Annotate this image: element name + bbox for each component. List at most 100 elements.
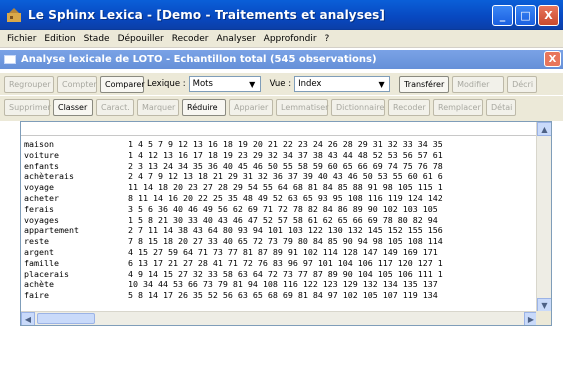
index-references: 2 7 11 14 38 43 64 80 93 94 101 103 122 … [128, 225, 443, 236]
index-word: maison [24, 139, 54, 149]
window-controls: _ □ X [492, 5, 559, 26]
index-row[interactable]: achète 10 34 44 53 66 73 79 81 94 108 116… [24, 279, 536, 290]
index-row[interactable]: appartement 2 7 11 14 38 43 64 80 93 94 1… [24, 225, 536, 236]
index-text-area[interactable]: maison 1 4 5 7 9 12 13 16 18 19 20 21 22 … [20, 121, 552, 326]
chevron-down-icon[interactable]: ▼ [375, 78, 388, 90]
index-word: faire [24, 290, 49, 301]
sphinx-app-icon [6, 7, 22, 23]
index-word: reste [24, 236, 49, 247]
analysis-window-title: Analyse lexicale de LOTO - Echantillon t… [21, 54, 377, 65]
index-word: appartement [24, 225, 79, 236]
caract-button[interactable]: Caract. [96, 98, 134, 116]
apparier-button[interactable]: Apparier [229, 98, 273, 116]
menu-fichier[interactable]: Fichier [3, 34, 40, 44]
index-word: famille [24, 257, 59, 268]
index-word: achèterais [24, 171, 74, 182]
dictionnaire-button[interactable]: Dictionnaire [331, 98, 385, 116]
recoder-button[interactable]: Recoder [388, 98, 430, 116]
maximize-button[interactable]: □ [515, 5, 536, 26]
close-button[interactable]: X [538, 5, 559, 26]
index-references: 6 13 17 21 27 28 41 71 72 76 83 96 97 10… [128, 257, 443, 268]
index-row[interactable]: argent 4 15 27 59 64 71 73 77 81 87 89 91… [24, 247, 536, 258]
index-references: 7 8 15 18 20 27 33 40 65 72 73 79 80 84 … [128, 236, 443, 247]
comparer-button[interactable]: Comparer [100, 75, 145, 93]
menu-approfondir[interactable]: Approfondir [260, 34, 321, 44]
marquer-button[interactable]: Marquer [137, 98, 179, 116]
index-word: ferais [24, 203, 54, 214]
index-word: enfants [24, 160, 59, 171]
menu-bar: Fichier Edition Stade Dépouiller Recoder… [0, 30, 563, 48]
menu-help[interactable]: ? [321, 34, 334, 44]
index-row[interactable]: acheter 8 11 14 16 20 22 25 35 48 49 52 6… [24, 193, 536, 204]
menu-stade[interactable]: Stade [80, 34, 114, 44]
toolbar-bottom: Supprimer Classer Caract. Marquer Réduir… [0, 96, 563, 118]
index-row[interactable]: famille 6 13 17 21 27 28 41 71 72 76 83 9… [24, 258, 536, 269]
toolbar-top: Regrouper Compter Comparer Lexique : Mot… [0, 73, 563, 95]
index-references: 1 4 5 7 9 12 13 16 18 19 20 21 22 23 24 … [128, 139, 443, 149]
index-references: 5 8 14 17 26 35 52 56 63 65 68 69 81 84 … [128, 290, 438, 301]
index-references: 3 5 6 36 40 46 49 56 62 69 71 72 78 82 8… [128, 203, 438, 214]
index-row[interactable]: placerais 4 9 14 15 27 32 33 58 63 64 72 … [24, 269, 536, 280]
chevron-down-icon[interactable]: ▼ [246, 78, 259, 90]
scroll-up-icon[interactable]: ▲ [537, 122, 551, 136]
horizontal-scrollbar[interactable]: ◀ ▶ [21, 311, 538, 325]
horizontal-scroll-thumb[interactable] [37, 313, 95, 324]
index-row[interactable]: reste 7 8 15 18 20 27 33 40 65 72 73 79 8… [24, 236, 536, 247]
index-references: 10 34 44 53 66 73 79 81 94 108 116 122 1… [128, 279, 438, 290]
transferer-button[interactable]: Transférer [399, 75, 450, 93]
regrouper-button[interactable]: Regrouper [4, 75, 54, 93]
vertical-scrollbar[interactable]: ▲ ▼ [536, 122, 551, 312]
index-references: 4 15 27 59 64 71 73 77 81 87 89 91 102 1… [128, 246, 438, 257]
window-icon [4, 55, 16, 64]
menu-edition[interactable]: Edition [40, 34, 79, 44]
minimize-button[interactable]: _ [492, 5, 513, 26]
app-titlebar: Le Sphinx Lexica - [Demo - Traitements e… [0, 0, 563, 30]
index-references: 2 3 13 24 34 35 36 40 45 46 50 55 58 59 … [128, 160, 443, 171]
supprimer-button[interactable]: Supprimer [4, 98, 51, 116]
index-row[interactable]: achèterais 2 4 7 9 12 13 18 21 29 31 32 3… [24, 171, 536, 182]
analysis-close-button[interactable]: X [544, 51, 561, 67]
index-header-bar [21, 122, 537, 136]
vue-value: Index [298, 79, 322, 89]
index-references: 4 9 14 15 27 32 33 58 63 64 72 73 77 87 … [128, 268, 443, 279]
scrollbar-corner [536, 311, 551, 325]
index-row[interactable]: maison 1 4 5 7 9 12 13 16 18 19 20 21 22 … [24, 139, 536, 150]
index-references: 11 14 18 20 23 27 28 29 54 55 64 68 81 8… [128, 182, 443, 193]
compter-button[interactable]: Compter [57, 75, 97, 93]
menu-analyser[interactable]: Analyser [213, 34, 260, 44]
index-row[interactable]: ferais 3 5 6 36 40 46 49 56 62 69 71 72 7… [24, 204, 536, 215]
lexique-select[interactable]: Mots ▼ [188, 76, 261, 92]
window-title: Le Sphinx Lexica - [Demo - Traitements e… [28, 7, 386, 22]
index-row[interactable]: voyage 11 14 18 20 23 27 28 29 54 55 64 6… [24, 182, 536, 193]
index-references: 2 4 7 9 12 13 18 21 29 31 32 36 37 39 40… [128, 171, 443, 182]
remplacer-button[interactable]: Remplacer [433, 98, 483, 116]
index-references: 1 5 8 21 30 33 40 43 46 47 52 57 58 61 6… [128, 214, 438, 225]
detail-button[interactable]: Détai [486, 98, 516, 116]
decrire-button[interactable]: Décri [507, 75, 538, 93]
index-row[interactable]: enfants 2 3 13 24 34 35 36 40 45 46 50 55… [24, 161, 536, 172]
modifier-button[interactable]: Modifier [452, 75, 505, 93]
index-references: 8 11 14 16 20 22 25 35 48 49 52 63 65 93… [128, 192, 443, 203]
index-word: achète [24, 279, 54, 290]
lexique-label: Lexique : [147, 79, 186, 89]
lexique-value: Mots [192, 79, 213, 89]
vue-label: Vue : [269, 79, 292, 89]
index-row[interactable]: faire 5 8 14 17 26 35 52 56 63 65 68 69 8… [24, 290, 536, 301]
analysis-window-titlebar: Analyse lexicale de LOTO - Echantillon t… [0, 50, 563, 69]
index-row[interactable]: voyages 1 5 8 21 30 33 40 43 46 47 52 57 … [24, 215, 536, 226]
index-word: acheter [24, 192, 59, 203]
index-word: placerais [24, 268, 69, 279]
index-word: voyage [24, 182, 54, 193]
vue-select[interactable]: Index ▼ [294, 76, 391, 92]
menu-recoder[interactable]: Recoder [168, 34, 213, 44]
classer-button[interactable]: Classer [53, 98, 93, 116]
scroll-down-icon[interactable]: ▼ [537, 298, 551, 312]
scroll-left-icon[interactable]: ◀ [21, 312, 35, 325]
index-word: voyages [24, 214, 59, 225]
index-word: voiture [24, 149, 59, 160]
index-list: maison 1 4 5 7 9 12 13 16 18 19 20 21 22 … [24, 139, 536, 311]
menu-depouiller[interactable]: Dépouiller [114, 34, 168, 44]
lemmatiser-button[interactable]: Lemmatiser [276, 98, 328, 116]
reduire-button[interactable]: Réduire [182, 98, 226, 116]
index-row[interactable]: voiture 1 4 12 13 16 17 18 19 23 29 32 34… [24, 150, 536, 161]
